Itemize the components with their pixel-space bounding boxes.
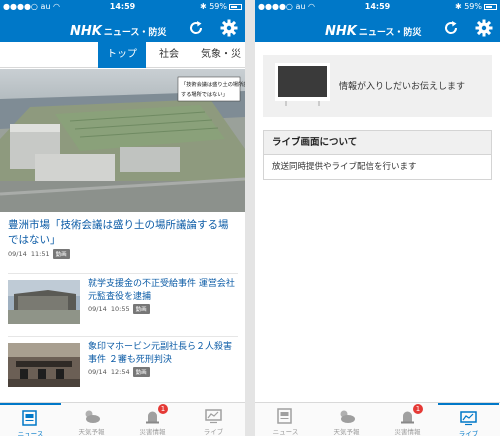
tab-society[interactable]: 社会	[150, 42, 188, 68]
bottom-tab-bar: ニュース 天気予報 1 災害情報 ライブ	[255, 402, 500, 436]
hero-caption-line1: 「技術会議は盛り土の場所議論	[181, 80, 245, 88]
tab-weather-disaster[interactable]: 気象・災	[192, 42, 245, 68]
article-meta: 09/14 12:54 動画	[88, 367, 150, 377]
video-badge: 動画	[132, 367, 150, 377]
settings-gear-icon[interactable]	[475, 19, 493, 37]
disaster-notification-badge: 1	[158, 404, 168, 414]
status-bar: ●●●●○ au ◠ 14:59 ✱ 59%	[0, 0, 245, 14]
disaster-notification-badge: 1	[413, 404, 423, 414]
video-badge: 動画	[132, 304, 150, 314]
category-tabs: トップ 社会 気象・災	[0, 42, 245, 68]
tabbar-news[interactable]: ニュース	[0, 403, 61, 436]
about-body: 放送同時提供やライブ配信を行います	[272, 162, 417, 172]
about-title: ライブ画面について	[264, 131, 491, 155]
tabbar-disaster[interactable]: 1 災害情報	[122, 403, 183, 436]
video-badge: 動画	[52, 249, 70, 259]
article-meta: 09/14 10:55 動画	[88, 304, 150, 314]
news-icon	[22, 410, 37, 426]
refresh-icon[interactable]	[187, 19, 205, 37]
app-title: ニュース・防災	[358, 28, 422, 38]
tabbar-weather[interactable]: 天気予報	[316, 403, 377, 436]
app-title: ニュース・防災	[103, 28, 167, 38]
app-header: NHK ニュース・防災	[0, 14, 245, 42]
live-tv-icon	[205, 409, 222, 424]
battery-icon	[484, 3, 497, 10]
status-right: ✱ 59%	[455, 0, 497, 14]
app-brand: NHK ニュース・防災	[325, 20, 421, 39]
bluetooth-icon: ✱	[454, 2, 462, 11]
headline-meta: 09/14 11:51 動画	[8, 249, 70, 259]
hero-image[interactable]: 「技術会議は盛り土の場所議論 する場所ではない」	[0, 69, 245, 212]
list-item[interactable]: 就学支援金の不正受給事件 運営会社元監査役を逮捕 09/14 10:55 動画	[8, 273, 238, 327]
news-icon	[277, 408, 292, 424]
live-about-panel: ライブ画面について 放送同時提供やライブ配信を行います	[263, 130, 492, 180]
refresh-icon[interactable]	[442, 19, 460, 37]
article-title: 就学支援金の不正受給事件 運営会社元監査役を逮捕	[88, 279, 235, 302]
status-right: ✱ 59%	[200, 0, 242, 14]
hero-caption-line2: する場所ではない」	[181, 90, 228, 98]
weather-icon	[85, 410, 100, 423]
tabbar-live[interactable]: ライブ	[183, 403, 244, 436]
bottom-tab-bar: ニュース 天気予報 1 災害情報 ライブ	[0, 402, 245, 436]
news-screen: ●●●●○ au ◠ 14:59 ✱ 59% NHK ニュース・防災 トップ 社…	[0, 0, 245, 436]
live-screen: ●●●●○ au ◠ 14:59 ✱ 59% NHK ニュース・防災 情報が入り…	[255, 0, 500, 436]
battery-icon	[229, 3, 242, 10]
bluetooth-icon: ✱	[199, 2, 207, 11]
live-tv-icon	[460, 411, 477, 426]
screen-divider	[245, 0, 255, 436]
app-header: NHK ニュース・防災	[255, 14, 500, 42]
list-item[interactable]: 象印マホービン元副社長ら２人殺害事件 ２審も死刑判決 09/14 12:54 動画	[8, 336, 238, 390]
tabbar-live[interactable]: ライブ	[438, 403, 499, 436]
nhk-logo: NHK	[325, 24, 357, 39]
tv-placeholder-icon	[275, 63, 330, 106]
settings-gear-icon[interactable]	[220, 19, 238, 37]
headline-title[interactable]: 豊洲市場「技術会議は盛り土の場所議論する場ではない」	[8, 218, 238, 248]
headline-date: 09/14	[8, 250, 27, 258]
weather-icon	[340, 410, 355, 423]
nhk-logo: NHK	[70, 24, 102, 39]
article-title: 象印マホービン元副社長ら２人殺害事件 ２審も死刑判決	[88, 342, 233, 365]
tabbar-weather[interactable]: 天気予報	[61, 403, 122, 436]
headline-time: 11:51	[30, 250, 50, 258]
article-thumbnail	[8, 280, 80, 324]
article-thumbnail	[8, 343, 80, 387]
tabbar-news[interactable]: ニュース	[255, 403, 316, 436]
live-status-card: 情報が入りしだいお伝えします	[263, 55, 492, 117]
tabbar-disaster[interactable]: 1 災害情報	[377, 403, 438, 436]
status-bar: ●●●●○ au ◠ 14:59 ✱ 59%	[255, 0, 500, 14]
app-brand: NHK ニュース・防災	[70, 20, 166, 39]
tab-top[interactable]: トップ	[98, 42, 146, 68]
live-message: 情報が入りしだいお伝えします	[339, 82, 466, 92]
